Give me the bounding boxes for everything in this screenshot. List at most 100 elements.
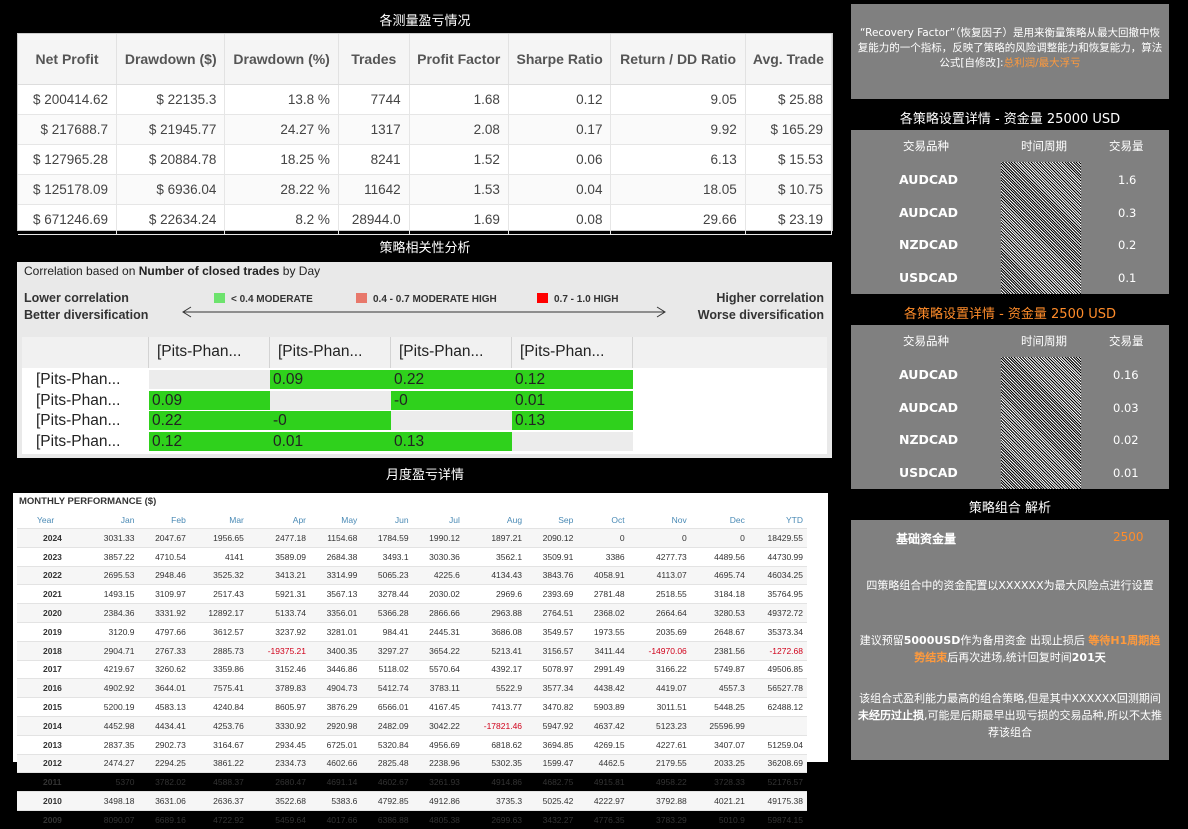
alloc-2500-timeframe-redacted	[1001, 357, 1081, 489]
monthly-cell: 2368.02	[577, 603, 629, 623]
matrix-row-label: [Pits-Phan...	[36, 432, 121, 450]
alloc-2500-lots-2: 0.03	[1113, 401, 1139, 415]
stats-cell: $ 25.88	[745, 84, 833, 115]
monthly-cell: 3031.33	[87, 528, 139, 548]
monthly-cell: 2837.35	[87, 734, 139, 755]
stats-cell: 29.66	[610, 204, 746, 235]
alloc-25000-col-timeframe: 时间周期	[1021, 139, 1067, 153]
stats-cell: 8.2 %	[224, 204, 339, 235]
stats-cell: 18.25 %	[224, 144, 339, 175]
monthly-cell: 2047.67	[138, 528, 190, 548]
combo-paragraph-3: 该组合式盈利能力最高的组合策略,但是其中XXXXXX回测期间未经历过止损,可能是…	[857, 690, 1163, 741]
monthly-cell: 4776.35	[577, 809, 629, 829]
monthly-cell: 2294.25	[138, 753, 190, 773]
monthly-performance-table: Year Jan Feb Mar Apr May Jun Jul Aug Sep Oct Nov Dec…	[17, 512, 807, 829]
monthly-cell: 2948.46	[138, 565, 190, 585]
monthly-cell: 44730.99	[748, 546, 807, 567]
monthly-cell: 3498.18	[87, 791, 139, 811]
monthly-cell: 5412.74	[361, 678, 413, 698]
stats-row: $ 671246.69 $ 22634.24 8.2 % 28944.0 1.69 0.0…	[18, 204, 833, 235]
monthly-cell: 3782.02	[138, 772, 190, 792]
monthly-cell: 3686.08	[463, 621, 527, 642]
monthly-cell: 2474.27	[87, 753, 139, 773]
monthly-cell: 51259.04	[748, 734, 807, 755]
monthly-cell: 4904.73	[310, 678, 362, 698]
monthly-cell: 3694.85	[526, 734, 578, 755]
monthly-cell: 3330.92	[247, 715, 311, 736]
alloc-2500-col-lots: 交易量	[1109, 334, 1144, 348]
monthly-year: 2022	[17, 565, 88, 585]
monthly-cell: -17821.46	[463, 715, 527, 736]
matrix-header-blank	[22, 337, 149, 368]
monthly-year: 2017	[17, 659, 88, 679]
stats-cell: $ 23.19	[745, 204, 833, 235]
monthly-cell: 5459.64	[247, 809, 311, 829]
monthly-cell: 3562.1	[463, 546, 527, 567]
monthly-cell: 5903.89	[577, 697, 629, 717]
matrix-header-filler	[633, 337, 827, 368]
monthly-cell: 3644.01	[138, 678, 190, 698]
monthly-cell: 5749.87	[690, 659, 749, 679]
stats-panel: Net Profit Drawdown ($) Drawdown (%) Trades…	[17, 33, 833, 235]
monthly-cell: 3792.88	[628, 791, 691, 811]
monthly-cell: 3261.93	[412, 772, 464, 792]
alloc-2500-symbol-2: AUDCAD	[899, 400, 959, 415]
monthly-cell: 5366.28	[361, 603, 413, 623]
monthly-cell: 984.41	[361, 621, 413, 642]
p2-part-c: 作为备用资金 出现止损后	[960, 634, 1089, 647]
stats-header-8: Avg. Trade	[745, 34, 833, 85]
stats-cell: 8241	[338, 144, 410, 175]
monthly-cell: 2904.71	[87, 640, 139, 661]
p3-no-stoploss: 未经历过止损	[858, 709, 924, 722]
legend-moderate-high-label: 0.4 - 0.7 MODERATE HIGH	[373, 294, 497, 305]
monthly-cell: 3654.22	[412, 640, 464, 661]
legend-moderate-high: 0.4 - 0.7 MODERATE HIGH	[356, 293, 497, 305]
alloc-25000-symbol-3: NZDCAD	[899, 237, 959, 252]
monthly-cell: 5370	[87, 772, 139, 792]
monthly-cell: 2035.69	[628, 621, 691, 642]
stats-cell: 0.17	[508, 114, 612, 145]
p3-part-c: ,可能是后期最早出现亏损的交易品种,所以不太推荐该组合	[924, 709, 1162, 739]
legend-high-label: 0.7 - 1.0 HIGH	[554, 294, 619, 305]
monthly-cell: 4419.07	[628, 678, 691, 698]
alloc-2500-col-symbol: 交易品种	[903, 334, 949, 348]
lower-correlation-legend: Lower correlation Better diversification	[24, 290, 148, 324]
monthly-year: 2024	[17, 528, 88, 548]
monthly-cell: 1154.68	[310, 528, 362, 548]
stats-cell: $ 6936.04	[116, 174, 226, 205]
monthly-cell: 4902.92	[87, 678, 139, 698]
monthly-cell: 56527.78	[748, 678, 807, 698]
alloc-25000-lots-4: 0.1	[1118, 271, 1137, 285]
alloc-25000-lots-2: 0.3	[1118, 206, 1137, 220]
correlation-section-title: 策略相关性分析	[379, 241, 471, 256]
higher-correlation-legend: Higher correlation Worse diversification	[698, 290, 824, 324]
monthly-header: Jan	[120, 515, 135, 525]
stats-row: $ 125178.09 $ 6936.04 28.22 % 11642 1.53 0.04…	[18, 174, 833, 205]
monthly-cell: 4438.42	[577, 678, 629, 698]
monthly-cell: 1784.59	[361, 528, 413, 548]
monthly-cell: 3011.51	[628, 697, 691, 717]
monthly-cell: 3260.62	[138, 659, 190, 679]
monthly-cell: 2866.66	[412, 603, 464, 623]
monthly-cell: 3728.33	[690, 772, 749, 792]
monthly-cell: 2517.43	[189, 584, 248, 604]
stats-cell: 0.08	[508, 204, 612, 235]
stats-cell: 28.22 %	[224, 174, 339, 205]
monthly-cell: 2825.48	[361, 753, 413, 773]
monthly-cell: 35373.34	[748, 621, 807, 642]
monthly-cell: 4710.54	[138, 546, 190, 567]
monthly-cell: 3789.83	[247, 678, 311, 698]
matrix-cell	[512, 431, 633, 451]
legend-swatch-high	[537, 293, 548, 303]
alloc-25000-col-lots: 交易量	[1109, 139, 1144, 153]
monthly-cell: 3470.82	[526, 697, 578, 717]
alloc-25000-lots-1: 1.6	[1118, 173, 1137, 187]
alloc-25000-title: 各策略设置详情 - 资金量 25000 USD	[899, 112, 1121, 127]
monthly-cell: 5200.19	[87, 697, 139, 717]
monthly-cell: 3549.57	[526, 621, 578, 642]
monthly-row: 2020 2384.36 3331.92 12892.17 5133.74 3356.01…	[17, 603, 807, 623]
monthly-cell: 8605.97	[247, 697, 311, 717]
alloc-25000-box: 交易品种 时间周期 交易量 AUDCAD 1.6 AUDCAD 0.3 NZDC…	[851, 130, 1169, 294]
monthly-cell: 4583.13	[138, 697, 190, 717]
monthly-cell: 4219.67	[87, 659, 139, 679]
